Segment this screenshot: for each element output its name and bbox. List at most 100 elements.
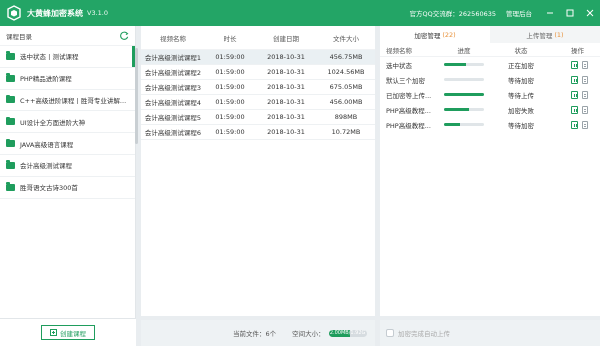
cell-duration: 01:59:00 — [215, 113, 245, 121]
task-table-header: 视频名称 进度 状态 操作 — [380, 43, 600, 57]
close-button[interactable] — [580, 0, 600, 26]
course-panel-header: 课程目录 — [0, 26, 135, 46]
tab-upload-label: 上传管理 — [526, 31, 553, 40]
admin-link[interactable]: 管理后台 — [506, 8, 532, 18]
auto-upload-checkbox[interactable] — [386, 329, 394, 337]
col-created[interactable]: 创建日期 — [255, 33, 317, 43]
course-item[interactable]: 会计高级测试课程 — [0, 155, 135, 177]
col-duration[interactable]: 时长 — [205, 33, 255, 43]
course-label: 选中状态丨测试课程 — [20, 53, 79, 62]
pause-icon[interactable] — [571, 120, 578, 129]
task-status: 等待加密 — [508, 76, 534, 85]
cell-date: 2018-10-31 — [267, 98, 305, 106]
minimize-button[interactable] — [540, 0, 560, 26]
table-row[interactable]: 会计高级测试课程3 01:59:00 2018-10-31 675.05MB — [141, 80, 375, 95]
task-progress-bar — [444, 63, 484, 66]
pause-icon[interactable] — [571, 75, 578, 84]
pause-icon[interactable] — [571, 60, 578, 69]
table-row[interactable]: 会计高级测试课程5 01:59:00 2018-10-31 898MB — [141, 110, 375, 125]
cell-duration: 01:59:00 — [215, 128, 245, 136]
task-name: PHP高级教程... — [386, 121, 431, 130]
task-name: 选中状态 — [386, 61, 412, 70]
cell-duration: 01:59:00 — [215, 83, 245, 91]
delete-icon[interactable] — [582, 105, 588, 114]
cell-date: 2018-10-31 — [267, 113, 305, 121]
title-bar: 大黄蜂加密系统 V3.1.0 官方QQ交流群：262560635 管理后台 — [0, 0, 600, 26]
course-label: PHP精品进阶课程 — [20, 75, 72, 84]
task-progress — [436, 78, 492, 81]
task-progress-bar — [444, 108, 484, 111]
course-item[interactable]: PHP精品进阶课程 — [0, 68, 135, 90]
delete-icon[interactable] — [582, 90, 588, 99]
table-row[interactable]: 会计高级测试课程4 01:59:00 2018-10-31 456.00MB — [141, 95, 375, 110]
task-row[interactable]: PHP高级教程... 等待加密 — [380, 117, 600, 132]
task-tabs: 加密管理 (22) 上传管理 (1) — [380, 26, 600, 43]
delete-icon[interactable] — [582, 75, 588, 84]
task-row[interactable]: 默认三个加密 等待加密 — [380, 72, 600, 87]
cell-name: 会计高级测试课程2 — [144, 69, 202, 77]
task-progress — [436, 108, 492, 111]
task-name: 已加密等上传... — [386, 91, 432, 100]
task-panel: 加密管理 (22) 上传管理 (1) 视频名称 进度 状态 操作 选中状态 正在加密默… — [380, 26, 600, 316]
course-item[interactable]: 选中状态丨测试课程 — [0, 46, 135, 68]
folder-icon — [6, 160, 15, 169]
cell-size: 456.75MB — [329, 53, 363, 61]
task-name: 默认三个加密 — [386, 76, 425, 85]
col-progress: 进度 — [457, 46, 471, 55]
course-panel-title: 课程目录 — [6, 32, 32, 41]
cell-date: 2018-10-31 — [267, 83, 305, 91]
course-label: JAVA高级语言课程 — [20, 140, 74, 149]
task-progress-bar — [444, 93, 484, 96]
task-actions — [550, 120, 594, 129]
maximize-button[interactable] — [560, 0, 580, 26]
table-row[interactable]: 会计高级测试课程1 01:59:00 2018-10-31 456.75MB — [141, 50, 375, 65]
task-progress-bar — [444, 123, 484, 126]
task-row[interactable]: PHP高级教程... 加密失败 — [380, 102, 600, 117]
pause-icon[interactable] — [571, 105, 578, 114]
app-name: 大黄蜂加密系统 — [27, 8, 83, 18]
file-count: 当前文件：6个 — [233, 330, 277, 338]
folder-icon — [6, 73, 15, 82]
pause-icon[interactable] — [571, 90, 578, 99]
tab-encrypt[interactable]: 加密管理 (22) — [380, 26, 490, 43]
tab-upload-count: (1) — [554, 30, 564, 39]
app-version: V3.1.0 — [87, 9, 108, 17]
task-row[interactable]: 已加密等上传... 等待上传 — [380, 87, 600, 102]
course-item[interactable]: 胜哥语文古诗300首 — [0, 177, 135, 199]
table-row[interactable]: 会计高级测试课程2 01:59:00 2018-10-31 1024.56MB — [141, 65, 375, 80]
task-progress-fill — [444, 108, 469, 111]
course-label: UI设计全方面进阶大神 — [20, 118, 86, 127]
space-label: 空间大小： — [292, 330, 325, 338]
table-row[interactable]: 会计高级测试课程6 01:59:00 2018-10-31 10.72MB — [141, 125, 375, 140]
task-actions — [550, 90, 594, 99]
delete-icon[interactable] — [582, 60, 588, 69]
cell-duration: 01:59:00 — [215, 53, 245, 61]
folder-icon — [6, 182, 15, 191]
task-progress-fill — [444, 63, 466, 66]
file-table-footer: 当前文件：6个 空间大小： 2.00MB/1.92G — [141, 320, 375, 346]
file-table-header: 视频名称 时长 创建日期 文件大小 — [141, 26, 375, 50]
course-label: C++高级进阶课程丨胜哥专业讲解... — [20, 96, 127, 105]
task-row[interactable]: 选中状态 正在加密 — [380, 57, 600, 72]
folder-icon — [6, 138, 15, 148]
create-course-button[interactable]: 创建课程 — [41, 325, 95, 340]
course-item[interactable]: JAVA高级语言课程 — [0, 133, 135, 155]
task-panel-footer: 加密完成自动上传 — [380, 320, 600, 346]
delete-icon[interactable] — [582, 120, 588, 129]
cell-date: 2018-10-31 — [267, 68, 305, 76]
refresh-icon[interactable] — [120, 31, 129, 40]
task-progress — [436, 123, 492, 126]
tab-upload[interactable]: 上传管理 (1) — [490, 26, 600, 43]
course-scrollbar[interactable] — [135, 48, 138, 144]
course-item[interactable]: UI设计全方面进阶大神 — [0, 111, 135, 134]
course-item[interactable]: C++高级进阶课程丨胜哥专业讲解... — [0, 90, 135, 112]
create-course-label: 创建课程 — [60, 329, 86, 338]
folder-icon — [6, 51, 15, 60]
col-size[interactable]: 文件大小 — [317, 33, 375, 43]
folder-icon — [6, 94, 15, 104]
close-icon — [586, 9, 594, 17]
tab-encrypt-label: 加密管理 — [414, 31, 441, 40]
course-panel: 课程目录 选中状态丨测试课程 PHP精品进阶课程 C++高级进阶课程丨胜哥专业讲… — [0, 26, 136, 346]
course-label: 会计高级测试课程 — [20, 162, 72, 171]
col-video-name[interactable]: 视频名称 — [141, 33, 205, 43]
